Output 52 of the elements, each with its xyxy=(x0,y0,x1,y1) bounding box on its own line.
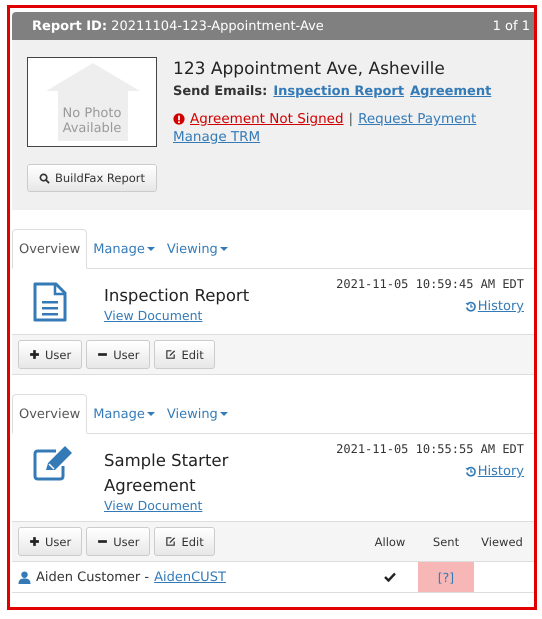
tab[interactable]: Manage xyxy=(87,395,161,433)
alert-icon xyxy=(173,113,185,125)
tab[interactable]: Viewing xyxy=(160,395,234,433)
no-photo-text: No Photo Available xyxy=(62,106,122,136)
document-title: Inspection Report xyxy=(104,285,250,307)
history-icon xyxy=(464,466,476,477)
toolbar-button[interactable]: User xyxy=(18,340,82,369)
toolbar-button[interactable]: User xyxy=(86,527,150,556)
agreement-status-link[interactable]: Agreement Not Signed xyxy=(190,111,344,127)
manage-trm-link[interactable]: Manage TRM xyxy=(173,129,260,145)
caret-icon xyxy=(146,412,155,416)
view-document-link[interactable]: View Document xyxy=(104,498,202,513)
toolbar-button[interactable]: Edit xyxy=(154,340,215,369)
view-document-link[interactable]: View Document xyxy=(104,308,202,323)
user-name: Aiden Customer - xyxy=(36,570,150,584)
tab[interactable]: Overview xyxy=(12,229,88,269)
email-link[interactable]: Inspection Report xyxy=(273,84,404,99)
caret-icon xyxy=(220,247,228,251)
history-link[interactable]: History xyxy=(464,464,524,479)
tab[interactable]: Manage xyxy=(87,230,161,268)
search-icon xyxy=(38,172,50,184)
plus-icon xyxy=(29,349,40,360)
caret-icon xyxy=(146,247,155,251)
toolbar-button[interactable]: User xyxy=(18,527,82,556)
buildfax-button[interactable]: BuildFax Report xyxy=(27,164,157,192)
email-link[interactable]: Agreement xyxy=(410,84,492,99)
column-header: Viewed xyxy=(480,534,524,548)
edit-icon xyxy=(165,349,176,360)
column-header: Allow xyxy=(374,534,406,548)
document-icon xyxy=(32,281,68,323)
username-link[interactable]: AidenCUST xyxy=(154,570,226,584)
column-header: Sent xyxy=(432,534,460,548)
sent-cell[interactable]: [?] xyxy=(418,562,474,592)
edit-icon xyxy=(165,536,176,547)
toolbar-button[interactable]: User xyxy=(86,340,150,369)
report-id: Report ID: 20211104-123-Appointment-Ave xyxy=(32,18,324,34)
history-icon xyxy=(464,301,476,312)
toolbar-button[interactable]: Edit xyxy=(154,527,215,556)
document-title: Sample Starter Agreement xyxy=(104,450,230,497)
user-icon xyxy=(18,570,31,584)
property-address: 123 Appointment Ave, Asheville xyxy=(173,59,446,79)
plus-icon xyxy=(29,536,40,547)
send-emails-label: Send Emails: xyxy=(173,84,268,99)
timestamp: 2021-11-05 10:55:55 AM EDT xyxy=(336,442,524,456)
history-link[interactable]: History xyxy=(464,299,524,314)
tab[interactable]: Viewing xyxy=(160,230,234,268)
page-counter: 1 of 1 xyxy=(492,18,530,34)
request-payment-link[interactable]: Request Payment xyxy=(358,111,476,127)
timestamp: 2021-11-05 10:59:45 AM EDT xyxy=(336,277,524,291)
caret-icon xyxy=(220,412,228,416)
separator: | xyxy=(348,111,354,127)
tab[interactable]: Overview xyxy=(12,394,88,434)
